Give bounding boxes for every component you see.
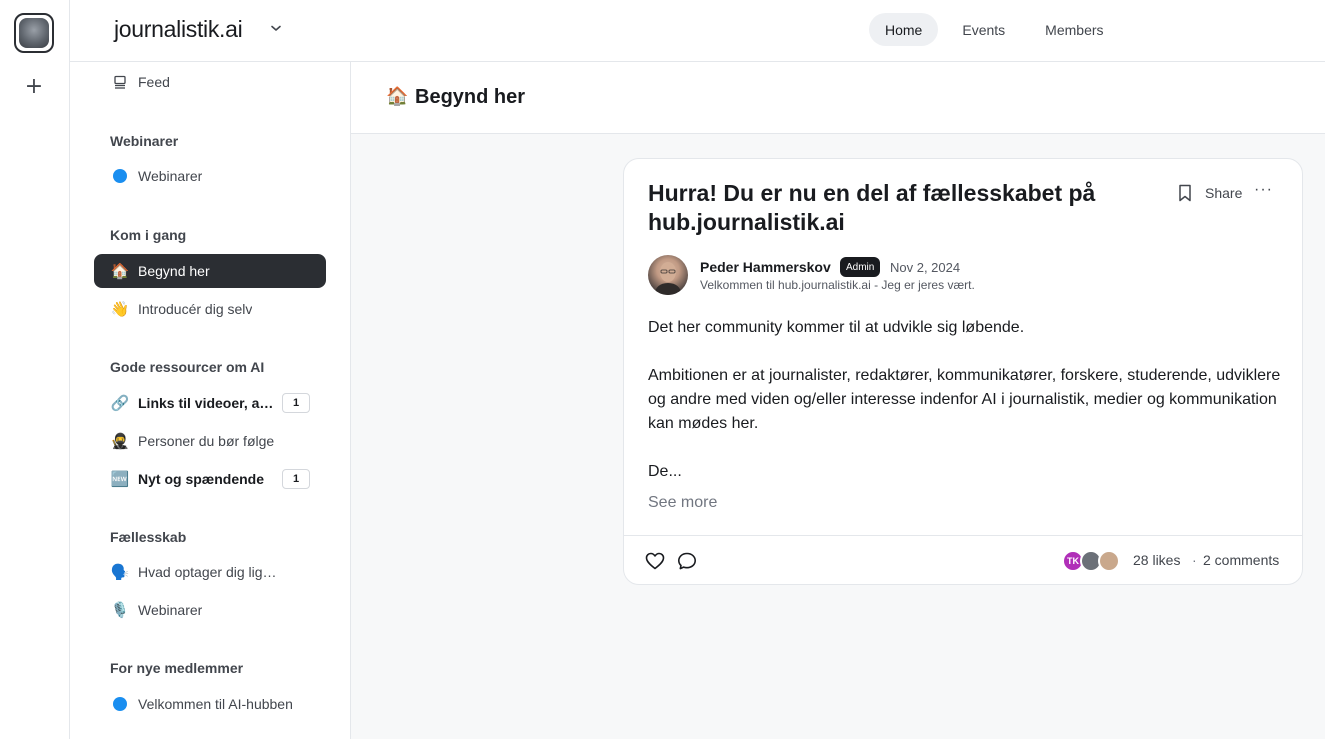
page-title: Begynd her — [415, 86, 526, 108]
sidebar-item-webinarer[interactable]: Webinarer — [94, 159, 326, 193]
share-button[interactable]: Share — [1205, 185, 1242, 201]
section-heading-nye-medlemmer[interactable]: For nye medlemmer — [110, 660, 243, 676]
section-heading-ressourcer[interactable]: Gode ressourcer om AI — [110, 359, 264, 375]
post-body-paragraph: Ambitionen er at journalister, redaktøre… — [648, 367, 1281, 432]
sidebar-item-label: Webinarer — [138, 602, 203, 618]
main-nav: Home Events Members — [869, 13, 1120, 46]
nav-home[interactable]: Home — [869, 13, 939, 46]
sidebar-item-nyt[interactable]: 🆕 Nyt og spændende 1 — [94, 462, 326, 496]
space-header: 🏠 Begynd her — [351, 62, 1325, 134]
post-body-paragraph: Det her community kommer til at udvikle … — [648, 319, 1025, 336]
community-logo[interactable] — [14, 13, 54, 53]
wave-icon: 👋 — [110, 300, 130, 318]
sidebar-item-begynd-her[interactable]: 🏠 Begynd her — [94, 254, 326, 288]
nav-members[interactable]: Members — [1029, 13, 1119, 46]
bookmark-icon[interactable] — [1175, 183, 1195, 203]
nav-events[interactable]: Events — [946, 13, 1021, 46]
author-headline: Velkommen til hub.journalistik.ai - Jeg … — [700, 278, 975, 292]
post-actions: TK 28 likes · 2 comments — [624, 535, 1302, 585]
blue-dot-icon — [110, 697, 130, 711]
house-icon: 🏠 — [386, 86, 409, 107]
sidebar-item-label: Nyt og spændende — [138, 471, 265, 487]
sidebar-item-label: Webinarer — [138, 168, 203, 184]
heart-icon[interactable] — [644, 550, 666, 572]
microphone-icon: 🎙️ — [110, 601, 130, 619]
sidebar-item-velkommen[interactable]: Velkommen til AI-hubben — [94, 687, 326, 721]
avatar[interactable] — [648, 255, 688, 295]
chevron-down-icon[interactable] — [268, 20, 284, 36]
post-body-paragraph: De... — [648, 463, 682, 480]
sidebar-item-label: Feed — [138, 74, 170, 90]
blue-dot-icon — [110, 169, 130, 183]
house-icon: 🏠 — [110, 262, 130, 280]
post-title[interactable]: Hurra! Du er nu en del af fællesskabet p… — [648, 179, 1148, 237]
sidebar-item-label: Velkommen til AI-hubben — [138, 696, 293, 712]
sidebar-item-label: Links til videoer, art... — [138, 395, 278, 411]
comments-count[interactable]: 2 comments — [1203, 552, 1279, 568]
sidebar-item-hvad-optager[interactable]: 🗣️ Hvad optager dig lige nu?... — [94, 555, 326, 589]
sidebar-item-label: Begynd her — [138, 263, 210, 279]
unread-badge: 1 — [282, 393, 310, 413]
section-heading-faellesskab[interactable]: Fællesskab — [110, 529, 186, 545]
more-options-icon[interactable]: ··· — [1254, 181, 1273, 199]
post-date[interactable]: Nov 2, 2024 — [890, 260, 960, 275]
ninja-icon: 🥷 — [110, 432, 130, 450]
add-community-icon[interactable]: + — [22, 74, 46, 99]
community-rail: + — [0, 0, 70, 739]
feed-icon — [110, 74, 130, 90]
separator: · — [1192, 552, 1197, 568]
sidebar-item-personer[interactable]: 🥷 Personer du bør følge — [94, 424, 326, 458]
see-more-link[interactable]: See more — [648, 494, 717, 512]
unread-badge: 1 — [282, 469, 310, 489]
author-name[interactable]: Peder Hammerskov — [700, 259, 831, 275]
post-card: Hurra! Du er nu en del af fællesskabet p… — [623, 158, 1303, 585]
link-icon: 🔗 — [110, 394, 130, 412]
sidebar: Feed Webinarer Webinarer Kom i gang 🏠 Be… — [70, 62, 351, 739]
comment-icon[interactable] — [676, 550, 698, 572]
sidebar-item-label: Introducér dig selv — [138, 301, 253, 317]
speaking-head-icon: 🗣️ — [110, 563, 130, 581]
sidebar-item-introducer[interactable]: 👋 Introducér dig selv — [94, 292, 326, 326]
section-heading-kom-i-gang[interactable]: Kom i gang — [110, 227, 186, 243]
sidebar-item-label: Hvad optager dig lige nu?... — [138, 564, 278, 580]
top-header: journalistik.ai Home Events Members — [70, 0, 1325, 62]
sidebar-item-links[interactable]: 🔗 Links til videoer, art... 1 — [94, 386, 326, 420]
sidebar-item-feed[interactable]: Feed — [94, 65, 326, 99]
section-heading-webinarer[interactable]: Webinarer — [110, 133, 178, 149]
likes-count[interactable]: 28 likes — [1133, 552, 1180, 568]
brand-name[interactable]: journalistik.ai — [114, 16, 243, 43]
sidebar-item-label: Personer du bør følge — [138, 433, 275, 449]
community-logo-icon — [19, 18, 49, 48]
admin-badge: Admin — [840, 257, 881, 277]
new-icon: 🆕 — [110, 470, 130, 488]
likers-avatars[interactable]: TK — [1062, 550, 1120, 572]
sidebar-item-webinarer-2[interactable]: 🎙️ Webinarer — [94, 593, 326, 627]
liker-avatar — [1098, 550, 1120, 572]
